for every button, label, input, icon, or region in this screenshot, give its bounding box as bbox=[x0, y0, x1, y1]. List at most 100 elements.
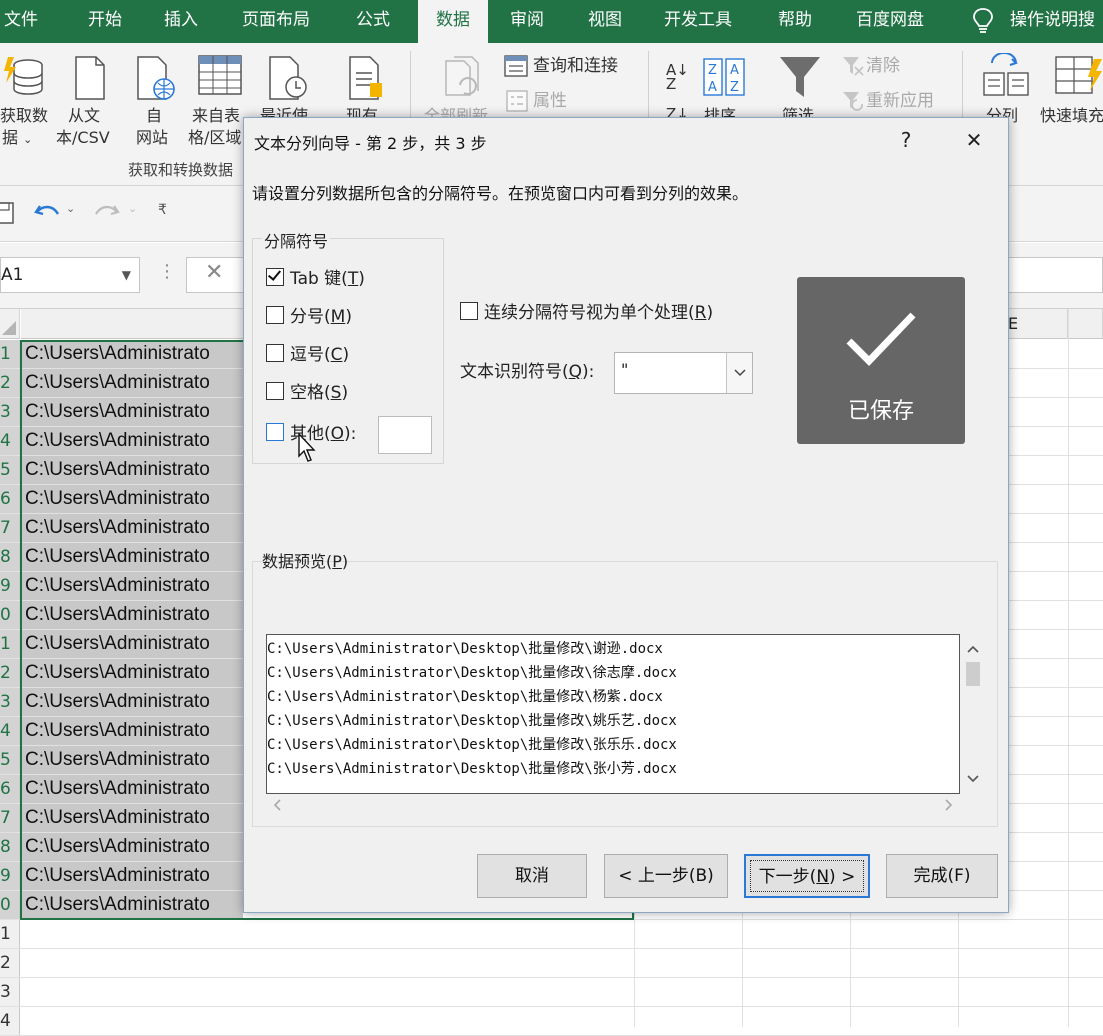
cell-a[interactable]: C:\Users\Administrato bbox=[21, 833, 243, 861]
cell-a[interactable]: C:\Users\Administrato bbox=[21, 862, 243, 890]
tab-review[interactable]: 审阅 bbox=[510, 0, 544, 43]
row-number[interactable]: 2 bbox=[0, 949, 20, 977]
row-number[interactable]: 1 bbox=[0, 630, 20, 658]
checkbox-box[interactable] bbox=[266, 423, 284, 441]
cell-a[interactable]: C:\Users\Administrato bbox=[21, 630, 243, 658]
customize-qat-icon[interactable]: ₹ bbox=[158, 202, 167, 218]
row-number[interactable]: 5 bbox=[0, 456, 20, 484]
tab-view[interactable]: 视图 bbox=[588, 0, 622, 43]
redo-dropdown-icon[interactable]: ⌄ bbox=[128, 202, 137, 215]
row-number[interactable]: 7 bbox=[0, 804, 20, 832]
table-row[interactable]: 3 bbox=[0, 978, 1103, 1007]
save-icon[interactable] bbox=[0, 202, 14, 224]
row-number[interactable]: 9 bbox=[0, 862, 20, 890]
sort-az-icon[interactable]: A↓ Z bbox=[666, 63, 689, 92]
tab-page-layout[interactable]: 页面布局 bbox=[242, 0, 310, 43]
preview-vertical-scrollbar[interactable] bbox=[960, 634, 986, 794]
row-number[interactable]: 4 bbox=[0, 1007, 20, 1035]
cell-a[interactable]: C:\Users\Administrato bbox=[21, 688, 243, 716]
row-number[interactable]: 3 bbox=[0, 978, 20, 1006]
chevron-down-icon[interactable] bbox=[726, 353, 752, 393]
tab-file[interactable]: 文件 bbox=[4, 0, 38, 43]
cell-a[interactable]: C:\Users\Administrato bbox=[21, 514, 243, 542]
cell-a[interactable]: C:\Users\Administrato bbox=[21, 543, 243, 571]
space-delimiter-checkbox[interactable]: 空格(S) bbox=[266, 382, 348, 406]
tell-me-search[interactable]: 操作说明搜 bbox=[1010, 0, 1095, 43]
get-data-label2[interactable]: 据 ⌄ bbox=[2, 127, 32, 151]
row-number[interactable]: 0 bbox=[0, 601, 20, 629]
cancel-formula-icon[interactable]: ✕ bbox=[205, 260, 223, 285]
row-number[interactable]: 5 bbox=[0, 746, 20, 774]
cell-a[interactable]: C:\Users\Administrato bbox=[21, 804, 243, 832]
from-table-label2[interactable]: 格/区域 bbox=[188, 127, 241, 149]
from-text-label1[interactable]: 从文 bbox=[68, 105, 100, 127]
tab-help[interactable]: 帮助 bbox=[778, 0, 812, 43]
row-number[interactable]: 4 bbox=[0, 717, 20, 745]
cell-a[interactable]: C:\Users\Administrato bbox=[21, 717, 243, 745]
cell-a[interactable]: C:\Users\Administrato bbox=[21, 746, 243, 774]
checkbox-box[interactable] bbox=[266, 306, 284, 324]
flash-fill-label[interactable]: 快速填充 bbox=[1040, 105, 1103, 127]
help-button[interactable]: ? bbox=[886, 124, 926, 156]
row-number[interactable]: 6 bbox=[0, 775, 20, 803]
tab-formulas[interactable]: 公式 bbox=[356, 0, 390, 43]
table-row[interactable]: 1 bbox=[0, 920, 1103, 949]
row-number[interactable]: 2 bbox=[0, 659, 20, 687]
tab-developer[interactable]: 开发工具 bbox=[664, 0, 732, 43]
row-number[interactable]: 1 bbox=[0, 920, 20, 948]
row-number[interactable]: 3 bbox=[0, 398, 20, 426]
column-header-f[interactable] bbox=[1068, 309, 1103, 339]
table-row[interactable]: 4 bbox=[0, 1007, 1103, 1036]
undo-icon[interactable] bbox=[34, 200, 62, 226]
checkbox-box[interactable] bbox=[266, 382, 284, 400]
row-number[interactable]: 4 bbox=[0, 427, 20, 455]
queries-connections-label[interactable]: 查询和连接 bbox=[533, 55, 618, 77]
cell-a[interactable]: C:\Users\Administrato bbox=[21, 601, 243, 629]
comma-delimiter-checkbox[interactable]: 逗号(C) bbox=[266, 344, 349, 368]
table-row[interactable]: 2 bbox=[0, 949, 1103, 978]
from-web-label1[interactable]: 自 bbox=[146, 105, 162, 127]
cell-a[interactable]: C:\Users\Administrato bbox=[21, 572, 243, 600]
from-table-label1[interactable]: 来自表 bbox=[192, 105, 240, 127]
tab-delimiter-checkbox[interactable]: Tab 键(T) bbox=[266, 267, 365, 292]
name-box-dropdown-icon[interactable]: ▼ bbox=[122, 258, 131, 292]
cancel-button[interactable]: 取消 bbox=[477, 854, 587, 898]
tab-home[interactable]: 开始 bbox=[88, 0, 122, 43]
checkbox-box[interactable] bbox=[460, 302, 478, 320]
row-number[interactable]: 0 bbox=[0, 891, 20, 919]
from-web-label2[interactable]: 网站 bbox=[136, 127, 168, 149]
cell-a[interactable]: C:\Users\Administrato bbox=[21, 659, 243, 687]
row-number[interactable]: 8 bbox=[0, 543, 20, 571]
row-number[interactable]: 1 bbox=[0, 340, 20, 368]
preview-horizontal-scrollbar[interactable] bbox=[266, 794, 960, 816]
cell-a[interactable]: C:\Users\Administrato bbox=[21, 456, 243, 484]
data-preview-box[interactable]: C:\Users\Administrator\Desktop\批量修改\谢逊.d… bbox=[266, 634, 960, 794]
cell-a[interactable]: C:\Users\Administrato bbox=[21, 369, 243, 397]
from-text-label2[interactable]: 本/CSV bbox=[56, 127, 110, 149]
close-button[interactable]: ✕ bbox=[954, 124, 994, 156]
semicolon-delimiter-checkbox[interactable]: 分号(M) bbox=[266, 306, 352, 330]
row-number[interactable]: 2 bbox=[0, 369, 20, 397]
tab-baidu-netdisk[interactable]: 百度网盘 bbox=[856, 0, 924, 43]
tab-data[interactable]: 数据 bbox=[418, 0, 488, 43]
other-delimiter-input[interactable] bbox=[378, 416, 432, 454]
consecutive-delimiters-checkbox[interactable]: 连续分隔符号视为单个处理(R) bbox=[460, 302, 713, 326]
redo-icon[interactable] bbox=[92, 200, 120, 226]
row-number[interactable]: 7 bbox=[0, 514, 20, 542]
get-data-label1[interactable]: 获取数 bbox=[0, 105, 48, 127]
cell-a[interactable]: C:\Users\Administrato bbox=[21, 340, 243, 368]
finish-button[interactable]: 完成(F) bbox=[886, 854, 998, 898]
back-button[interactable]: < 上一步(B) bbox=[604, 854, 728, 898]
cell-a[interactable]: C:\Users\Administrato bbox=[21, 775, 243, 803]
text-qualifier-select[interactable]: " bbox=[614, 352, 753, 394]
cell-a[interactable]: C:\Users\Administrato bbox=[21, 485, 243, 513]
row-number[interactable]: 8 bbox=[0, 833, 20, 861]
checkbox-box[interactable] bbox=[266, 267, 284, 286]
select-all-corner[interactable] bbox=[0, 309, 20, 339]
row-number[interactable]: 6 bbox=[0, 485, 20, 513]
row-number[interactable]: 3 bbox=[0, 688, 20, 716]
undo-dropdown-icon[interactable]: ⌄ bbox=[66, 202, 75, 215]
row-number[interactable]: 9 bbox=[0, 572, 20, 600]
cell-a[interactable]: C:\Users\Administrato bbox=[21, 398, 243, 426]
cell-a[interactable]: C:\Users\Administrato bbox=[21, 427, 243, 455]
